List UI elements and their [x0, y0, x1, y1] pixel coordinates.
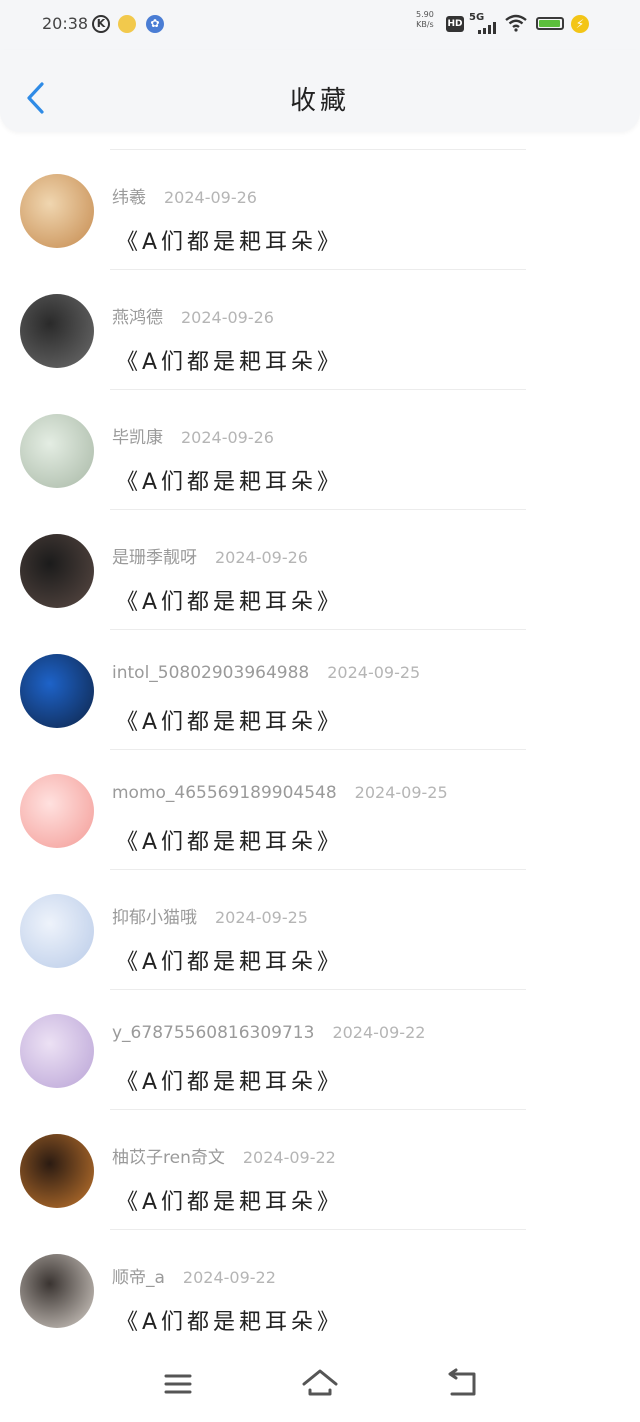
- page-title: 收藏: [289, 86, 350, 116]
- battery-level: [539, 20, 560, 27]
- list-item[interactable]: 燕鸿德 2024-09-26 《A们都是耙耳朵》: [0, 270, 640, 390]
- list-item[interactable]: y_67875560816309713 2024-09-22 《A们都是耙耳朵》: [0, 990, 640, 1110]
- book-title[interactable]: 《A们都是耙耳朵》: [116, 1304, 343, 1336]
- book-title[interactable]: 《A们都是耙耳朵》: [116, 224, 343, 256]
- avatar[interactable]: [20, 174, 94, 248]
- item-meta: 顺帝_a 2024-09-22: [112, 1263, 276, 1288]
- avatar[interactable]: [20, 1014, 94, 1088]
- user-name[interactable]: 抑郁小猫哦: [112, 908, 197, 928]
- item-meta: 毕凯康 2024-09-26: [112, 423, 274, 448]
- item-meta: momo_465569189904548 2024-09-25: [112, 783, 448, 803]
- baidu-paw-icon: ✿: [146, 15, 164, 33]
- book-title[interactable]: 《A们都是耙耳朵》: [116, 1184, 343, 1216]
- avatar[interactable]: [20, 654, 94, 728]
- book-title[interactable]: 《A们都是耙耳朵》: [116, 464, 343, 496]
- item-meta: intol_50802903964988 2024-09-25: [112, 663, 420, 683]
- avatar[interactable]: [20, 414, 94, 488]
- app-header: 收藏: [0, 50, 640, 132]
- list-item[interactable]: 是珊季靓呀 2024-09-26 《A们都是耙耳朵》: [0, 510, 640, 630]
- net-speed-value: 5.90: [416, 10, 434, 19]
- net-speed-unit: KB/s: [416, 20, 434, 29]
- favorite-date: 2024-09-26: [181, 428, 274, 447]
- favorite-date: 2024-09-22: [242, 1148, 336, 1167]
- system-nav-bar: [0, 1344, 640, 1422]
- user-name[interactable]: 顺帝_a: [112, 1268, 165, 1288]
- list-item[interactable]: 纬羲 2024-09-26 《A们都是耙耳朵》: [0, 150, 640, 270]
- favorite-date: 2024-09-26: [215, 548, 308, 567]
- user-name[interactable]: 毕凯康: [112, 428, 163, 448]
- book-title[interactable]: 《A们都是耙耳朵》: [116, 584, 343, 616]
- hd-badge: HD: [446, 16, 464, 32]
- home-icon[interactable]: [300, 1366, 340, 1400]
- list-item[interactable]: 抑郁小猫哦 2024-09-25 《A们都是耙耳朵》: [0, 870, 640, 990]
- book-title[interactable]: 《A们都是耙耳朵》: [116, 944, 343, 976]
- avatar[interactable]: [20, 1134, 94, 1208]
- back-arrow-icon[interactable]: [442, 1366, 482, 1400]
- user-name[interactable]: 是珊季靓呀: [112, 548, 197, 568]
- book-title[interactable]: 《A们都是耙耳朵》: [116, 1064, 343, 1096]
- favorite-date: 2024-09-25: [215, 908, 308, 927]
- book-title[interactable]: 《A们都是耙耳朵》: [116, 344, 343, 376]
- user-name[interactable]: 柚苡子ren奇文: [112, 1148, 225, 1168]
- item-meta: 柚苡子ren奇文 2024-09-22: [112, 1143, 336, 1168]
- favorite-date: 2024-09-22: [332, 1023, 426, 1042]
- user-name[interactable]: momo_465569189904548: [112, 783, 337, 803]
- list-item[interactable]: 顺帝_a 2024-09-22 《A们都是耙耳朵》: [0, 1230, 640, 1350]
- item-meta: 纬羲 2024-09-26: [112, 183, 257, 208]
- favorite-date: 2024-09-25: [354, 783, 448, 802]
- item-meta: y_67875560816309713 2024-09-22: [112, 1023, 425, 1043]
- list-item[interactable]: momo_465569189904548 2024-09-25 《A们都是耙耳朵》: [0, 750, 640, 870]
- list-item[interactable]: intol_50802903964988 2024-09-25 《A们都是耙耳朵》: [0, 630, 640, 750]
- favorite-date: 2024-09-25: [327, 663, 421, 682]
- user-name[interactable]: 燕鸿德: [112, 308, 163, 328]
- avatar[interactable]: [20, 894, 94, 968]
- avatar[interactable]: [20, 774, 94, 848]
- favorite-date: 2024-09-26: [181, 308, 274, 327]
- battery-icon: [536, 17, 564, 30]
- avatar[interactable]: [20, 534, 94, 608]
- user-name[interactable]: 纬羲: [112, 188, 146, 208]
- item-meta: 燕鸿德 2024-09-26: [112, 303, 274, 328]
- charging-icon: ⚡: [571, 15, 589, 33]
- avatar[interactable]: [20, 294, 94, 368]
- app-notification-icon: [118, 15, 136, 33]
- list-item[interactable]: 柚苡子ren奇文 2024-09-22 《A们都是耙耳朵》: [0, 1110, 640, 1230]
- favorite-date: 2024-09-26: [164, 188, 257, 207]
- book-title[interactable]: 《A们都是耙耳朵》: [116, 704, 343, 736]
- favorite-date: 2024-09-22: [182, 1268, 276, 1287]
- status-time: 20:38: [42, 14, 89, 33]
- avatar[interactable]: [20, 1254, 94, 1328]
- wifi-icon: [505, 14, 527, 32]
- net-speed: 5.90 KB/s: [416, 10, 434, 30]
- item-meta: 是珊季靓呀 2024-09-26: [112, 543, 308, 568]
- signal-icon: [478, 22, 498, 34]
- menu-icon[interactable]: [158, 1366, 198, 1400]
- status-bar: 20:38 K ✿ 5.90 KB/s HD 5G ⚡: [0, 0, 640, 50]
- user-name[interactable]: y_67875560816309713: [112, 1023, 314, 1043]
- item-meta: 抑郁小猫哦 2024-09-25: [112, 903, 308, 928]
- list-item[interactable]: 毕凯康 2024-09-26 《A们都是耙耳朵》: [0, 390, 640, 510]
- book-title[interactable]: 《A们都是耙耳朵》: [116, 824, 343, 856]
- app-k-icon: K: [92, 15, 110, 33]
- user-name[interactable]: intol_50802903964988: [112, 663, 309, 683]
